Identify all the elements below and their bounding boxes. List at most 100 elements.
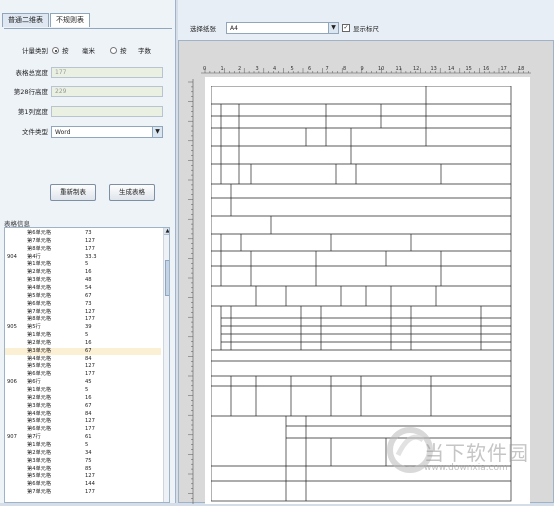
- list-cell: 127: [85, 237, 95, 244]
- unit-radio-chars-label: 字数: [138, 47, 151, 55]
- list-item[interactable]: 第2单元格 16: [5, 395, 161, 402]
- unit-radio-mm-label: 毫米: [82, 47, 95, 55]
- unit-radio-chars-prefix: 按: [120, 47, 127, 55]
- list-item[interactable]: 第6单元格 177: [5, 371, 161, 378]
- table-info-list[interactable]: 第6单元格 73 第7单元格 127 第8单元格 177 904 第4行 33.3 第1单元格 5 第…: [4, 227, 170, 503]
- list-item[interactable]: 第8单元格 177: [5, 316, 161, 323]
- list-item[interactable]: 第7单元格 177: [5, 489, 161, 496]
- list-cell: 34: [85, 449, 92, 456]
- total-width-input[interactable]: 177: [51, 67, 163, 78]
- scroll-thumb[interactable]: [165, 260, 169, 296]
- list-item[interactable]: 第3单元格 75: [5, 458, 161, 465]
- list-cell: 84: [85, 410, 92, 417]
- list-item[interactable]: 906 第6行 45: [5, 379, 161, 386]
- list-item[interactable]: 第2单元格 16: [5, 340, 161, 347]
- list-item[interactable]: 第4单元格 84: [5, 411, 161, 418]
- list-cell: 75: [85, 457, 92, 464]
- list-item[interactable]: 第3单元格 67: [5, 403, 161, 410]
- file-type-value: Word: [55, 129, 71, 136]
- list-cell: 第3单元格: [27, 277, 52, 284]
- list-cell: 127: [85, 363, 95, 370]
- list-cell: 45: [85, 379, 92, 386]
- show-ruler-label: 显示标尺: [353, 25, 379, 33]
- list-cell: 177: [85, 371, 95, 378]
- list-cell: 第2单元格: [27, 339, 52, 346]
- list-cell: 第3单元格: [27, 457, 52, 464]
- col-width-input[interactable]: [51, 106, 163, 117]
- list-item[interactable]: 第5单元格 67: [5, 293, 161, 300]
- ruler-number: 3: [255, 66, 259, 72]
- ruler-number: 11: [395, 66, 402, 72]
- list-item[interactable]: 第8单元格 177: [5, 246, 161, 253]
- list-cell: 第8单元格: [27, 316, 52, 323]
- list-cell: 84: [85, 355, 92, 362]
- list-item[interactable]: 第6单元格 73: [5, 301, 161, 308]
- list-cell: 第6行: [27, 379, 41, 386]
- paper-label: 选择纸张: [190, 25, 216, 33]
- list-cell: 73: [85, 230, 92, 236]
- list-item[interactable]: 第4单元格 85: [5, 466, 161, 473]
- list-cell: 第4单元格: [27, 410, 52, 417]
- list-item[interactable]: 第3单元格 48: [5, 277, 161, 284]
- tab-regular-table[interactable]: 普通二维表: [2, 13, 49, 27]
- list-item[interactable]: 第7单元格 127: [5, 238, 161, 245]
- list-item[interactable]: 第5单元格 127: [5, 418, 161, 425]
- list-cell: 907: [7, 434, 17, 441]
- show-ruler-checkbox[interactable]: ✓: [342, 24, 350, 32]
- list-cell: 第1单元格: [27, 261, 52, 268]
- list-item[interactable]: 第6单元格 144: [5, 481, 161, 488]
- redraw-button[interactable]: 重新制表: [50, 184, 96, 201]
- list-item[interactable]: 第6单元格 73: [5, 230, 161, 237]
- row-height-row: 第28行高度 229: [4, 86, 172, 98]
- list-cell: 144: [85, 481, 95, 488]
- list-cell: 第4单元格: [27, 465, 52, 472]
- list-cell: 第2单元格: [27, 394, 52, 401]
- list-cell: 第3单元格: [27, 402, 52, 409]
- list-item[interactable]: 907 第7行 61: [5, 434, 161, 441]
- paper-select[interactable]: A4 ▼: [226, 22, 339, 34]
- list-item[interactable]: 第2单元格 16: [5, 269, 161, 276]
- settings-form: 计量类别 按 毫米 按 字数 表格总宽度 177 第28行高度 229 第1列宽…: [4, 28, 172, 218]
- list-cell: 第6单元格: [27, 426, 52, 433]
- list-item[interactable]: 第1单元格 5: [5, 442, 161, 449]
- chevron-down-icon[interactable]: ▼: [328, 23, 338, 33]
- tab-irregular-table[interactable]: 不规则表: [50, 13, 90, 27]
- list-cell: 第1单元格: [27, 441, 52, 448]
- list-cell: 第2单元格: [27, 449, 52, 456]
- list-item[interactable]: 第4单元格 84: [5, 356, 161, 363]
- scroll-up-icon[interactable]: ▲: [164, 228, 169, 235]
- list-cell: 48: [85, 277, 92, 284]
- list-item[interactable]: 第1单元格 5: [5, 332, 161, 339]
- list-cell: 5: [85, 387, 89, 393]
- list-item[interactable]: 第5单元格 127: [5, 363, 161, 370]
- vertical-scrollbar[interactable]: ▲: [163, 228, 169, 502]
- row-height-input[interactable]: 229: [51, 86, 163, 97]
- list-cell: 第4单元格: [27, 284, 52, 291]
- list-item[interactable]: 第6单元格 177: [5, 426, 161, 433]
- list-item[interactable]: 第4单元格 54: [5, 285, 161, 292]
- list-item[interactable]: 905 第5行 39: [5, 324, 161, 331]
- ruler-number: 1: [220, 66, 224, 72]
- list-item[interactable]: 第5单元格 127: [5, 473, 161, 480]
- list-cell: 127: [85, 418, 95, 425]
- list-item[interactable]: 第2单元格 34: [5, 450, 161, 457]
- ruler-number: 17: [500, 66, 507, 72]
- unit-radio-mm[interactable]: [52, 47, 59, 54]
- list-cell: 73: [85, 300, 92, 307]
- col-width-label: 第1列宽度: [17, 108, 48, 116]
- list-cell: 第5单元格: [27, 418, 52, 425]
- unit-radio-chars[interactable]: [110, 47, 117, 54]
- list-item[interactable]: 904 第4行 33.3: [5, 254, 161, 261]
- list-cell: 905: [7, 324, 17, 331]
- generate-table-button[interactable]: 生成表格: [109, 184, 155, 201]
- chevron-down-icon[interactable]: ▼: [152, 127, 162, 137]
- list-cell: 904: [7, 253, 17, 260]
- unit-radio-mm-prefix: 按: [62, 47, 69, 55]
- list-item[interactable]: 第1单元格 5: [5, 261, 161, 268]
- list-cell: 5: [85, 261, 89, 268]
- list-item[interactable]: 第1单元格 5: [5, 387, 161, 394]
- list-item[interactable]: 第7单元格 127: [5, 309, 161, 316]
- list-item[interactable]: 第3单元格 67: [5, 347, 161, 355]
- list-cell: 第8单元格: [27, 245, 52, 252]
- file-type-select[interactable]: Word ▼: [51, 126, 163, 138]
